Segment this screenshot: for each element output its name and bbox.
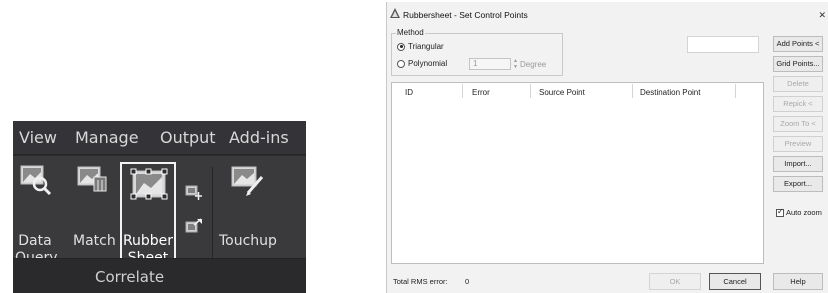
column-divider xyxy=(462,84,463,98)
data-query-icon xyxy=(20,165,52,195)
rubbersheet-dialog: Rubbersheet - Set Control Points ✕ Metho… xyxy=(386,2,828,293)
transform-image-icon[interactable] xyxy=(185,218,203,234)
auto-zoom-checkbox[interactable]: Auto zoom xyxy=(776,207,822,217)
data-query-label-line1: Data xyxy=(18,233,52,249)
close-icon[interactable]: ✕ xyxy=(818,10,826,21)
match-label: Match xyxy=(73,233,116,249)
ribbon-tab-bar: View Manage Output Add-ins xyxy=(13,121,306,155)
radio-unselected-icon xyxy=(397,59,405,68)
delete-button[interactable]: Delete xyxy=(773,76,823,92)
tab-add-ins[interactable]: Add-ins xyxy=(229,128,289,147)
import-button[interactable]: Import... xyxy=(773,156,823,172)
help-button[interactable]: Help xyxy=(773,273,823,290)
cancel-button[interactable]: Cancel xyxy=(709,273,761,290)
radio-selected-icon xyxy=(397,42,405,51)
ok-button[interactable]: OK xyxy=(649,273,701,290)
add-points-button[interactable]: Add Points < xyxy=(773,36,823,52)
checkbox-checked-icon xyxy=(776,207,784,217)
radio-triangular[interactable]: Triangular xyxy=(397,42,444,51)
column-header-destination-point[interactable]: Destination Point xyxy=(640,88,700,97)
export-button[interactable]: Export... xyxy=(773,176,823,192)
radio-triangular-label: Triangular xyxy=(408,42,444,51)
method-group: Method Triangular Polynomial 1 ▲ ▼ Degree xyxy=(391,28,563,76)
touchup-label: Touchup xyxy=(219,233,277,249)
rms-error-value: 0 xyxy=(465,277,470,286)
rubber-sheet-button[interactable]: Rubber Sheet xyxy=(120,162,176,270)
touchup-icon xyxy=(231,166,264,196)
preview-box xyxy=(687,36,759,53)
crop-image-icon[interactable] xyxy=(185,185,203,201)
degree-input[interactable]: 1 xyxy=(469,58,511,70)
column-header-error[interactable]: Error xyxy=(472,88,490,97)
method-legend: Method xyxy=(396,28,425,37)
preview-button[interactable]: Preview xyxy=(773,136,823,152)
degree-spinner-icon[interactable]: ▲ ▼ xyxy=(513,58,518,70)
column-header-source-point[interactable]: Source Point xyxy=(539,88,585,97)
ribbon-panel-title-bar: Correlate xyxy=(13,258,306,293)
tab-view[interactable]: View xyxy=(19,128,57,147)
column-divider xyxy=(530,84,531,98)
column-divider xyxy=(735,84,736,98)
tab-output[interactable]: Output xyxy=(160,128,216,147)
column-header-id[interactable]: ID xyxy=(405,88,413,97)
rubber-sheet-icon xyxy=(130,168,168,200)
rubber-sheet-label-line1: Rubber xyxy=(122,233,174,249)
column-divider xyxy=(632,84,633,98)
grid-points-button[interactable]: Grid Points... xyxy=(773,56,823,72)
app-icon xyxy=(390,8,400,18)
auto-zoom-label: Auto zoom xyxy=(786,208,822,217)
repick-button[interactable]: Repick < xyxy=(773,96,823,112)
radio-polynomial-label: Polynomial xyxy=(408,59,448,68)
dialog-title: Rubbersheet - Set Control Points xyxy=(403,10,528,20)
control-points-table[interactable]: ID Error Source Point Destination Point xyxy=(391,82,764,264)
radio-polynomial[interactable]: Polynomial xyxy=(397,59,447,68)
ribbon: View Manage Output Add-ins Data Query Ma… xyxy=(13,121,306,293)
zoom-to-button[interactable]: Zoom To < xyxy=(773,116,823,132)
rms-error-label: Total RMS error: xyxy=(393,277,448,286)
correlate-panel-title: Correlate xyxy=(95,268,165,286)
tab-manage[interactable]: Manage xyxy=(75,128,139,147)
degree-label: Degree xyxy=(520,60,547,69)
match-icon xyxy=(77,166,107,192)
